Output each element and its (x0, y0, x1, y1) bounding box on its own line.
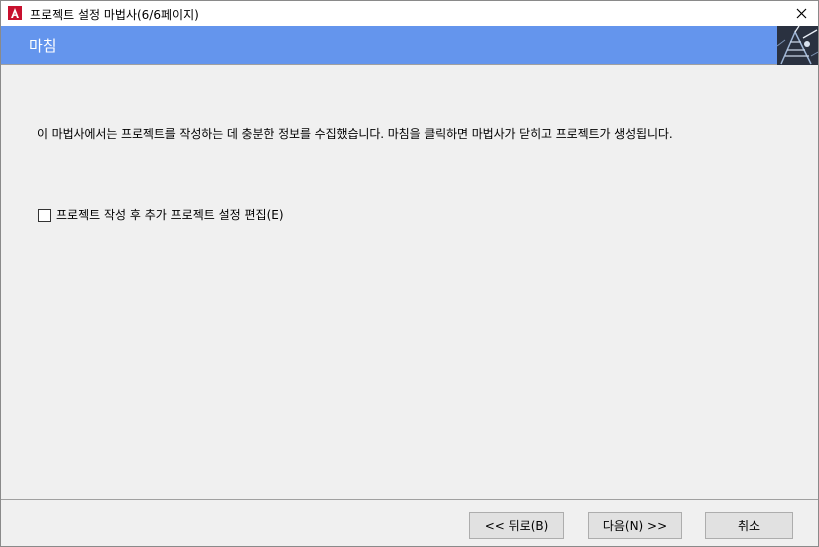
back-button[interactable]: << 뒤로(B) (469, 512, 564, 539)
page-header: 마침 (1, 26, 818, 65)
edit-settings-label[interactable]: 프로젝트 작성 후 추가 프로젝트 설정 편집(E) (56, 206, 284, 223)
wizard-window: 프로젝트 설정 마법사(6/6페이지) 마침 이 마법사에서는 프로젝트를 작성… (0, 0, 819, 547)
title-bar: 프로젝트 설정 마법사(6/6페이지) (1, 1, 818, 26)
wizard-content: 이 마법사에서는 프로젝트를 작성하는 데 충분한 정보를 수집했습니다. 마침… (1, 65, 818, 499)
next-button[interactable]: 다음(N) >> (588, 512, 682, 539)
cancel-button[interactable]: 취소 (705, 512, 793, 539)
close-icon (796, 8, 806, 18)
autocad-logo-icon (8, 6, 22, 20)
wizard-footer: << 뒤로(B) 다음(N) >> 취소 (1, 500, 818, 546)
completion-description: 이 마법사에서는 프로젝트를 작성하는 데 충분한 정보를 수집했습니다. 마침… (37, 127, 673, 141)
close-button[interactable] (784, 1, 818, 25)
header-logo-image (777, 26, 818, 65)
structure-thumbnail-icon (777, 26, 818, 65)
edit-settings-option[interactable]: 프로젝트 작성 후 추가 프로젝트 설정 편집(E) (38, 206, 284, 223)
edit-settings-checkbox[interactable] (38, 208, 51, 222)
page-title: 마침 (29, 37, 57, 55)
window-title: 프로젝트 설정 마법사(6/6페이지) (30, 8, 199, 22)
